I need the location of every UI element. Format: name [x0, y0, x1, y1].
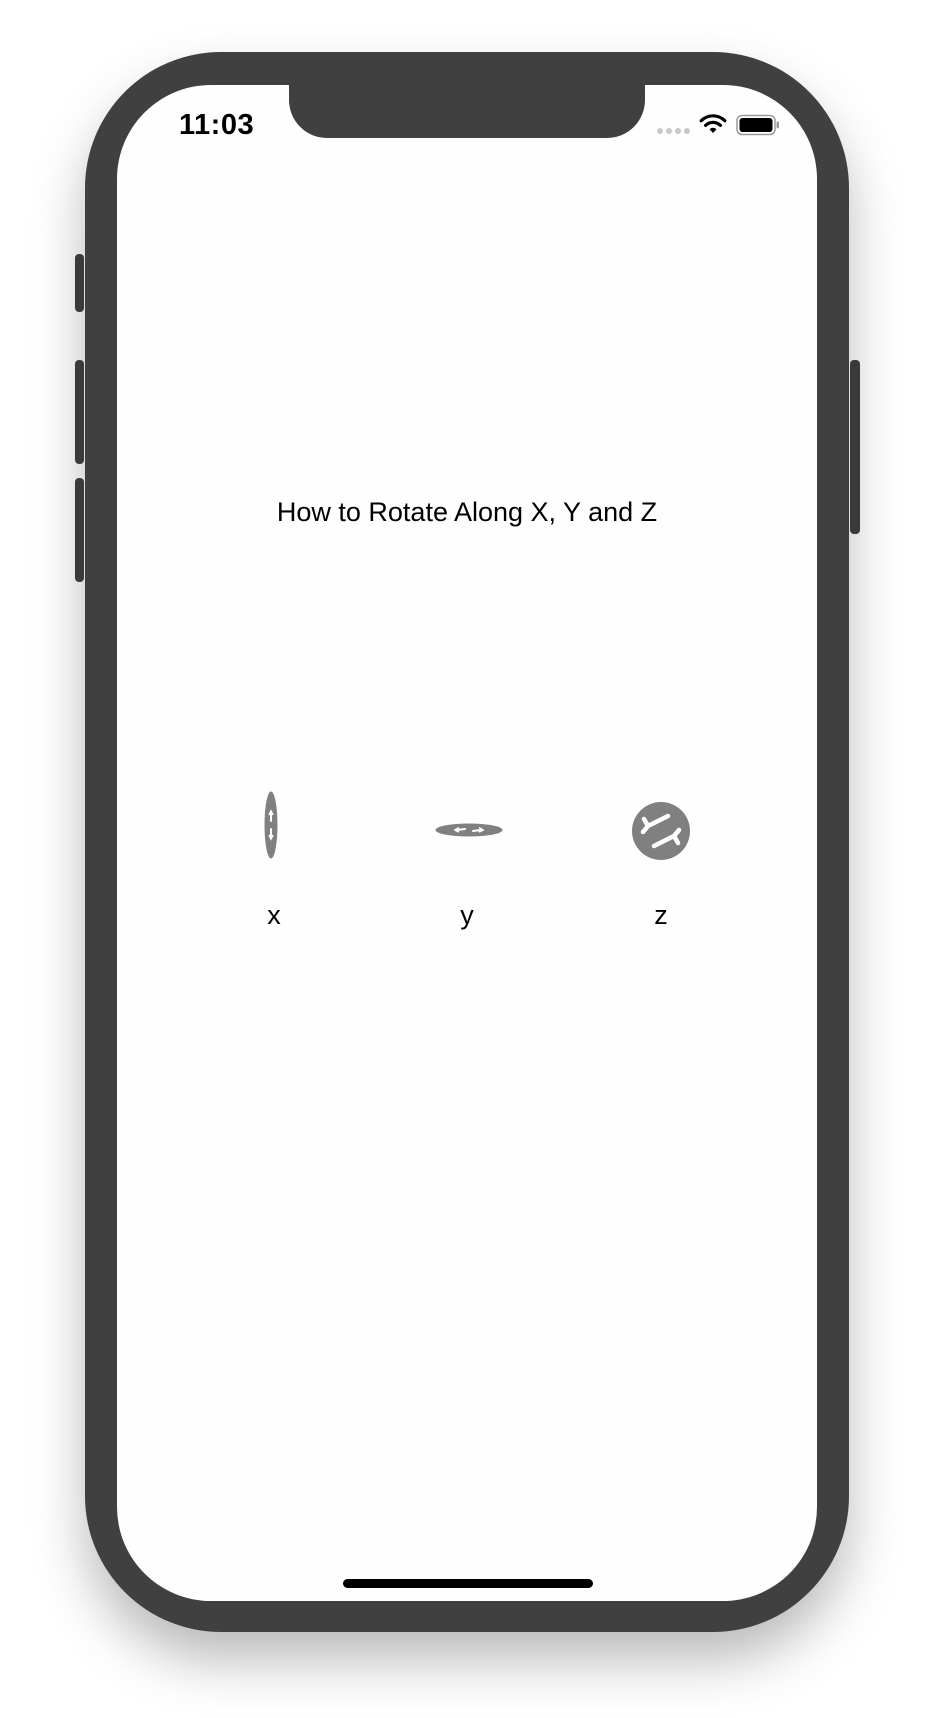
axis-label-x: x — [267, 900, 281, 930]
screen: 11:03 How to Rotate Along X, Y and Z x y… — [117, 85, 817, 1601]
battery-icon — [736, 114, 779, 136]
notch — [289, 85, 645, 138]
stage: 11:03 How to Rotate Along X, Y and Z x y… — [0, 0, 934, 1718]
volume-down-button — [75, 478, 84, 582]
mute-switch — [75, 254, 84, 312]
axis-label-y: y — [460, 900, 474, 930]
volume-up-button — [75, 360, 84, 464]
rotate-x-disc-icon — [264, 791, 278, 859]
home-indicator[interactable] — [343, 1579, 593, 1588]
wifi-icon — [699, 114, 727, 133]
rotate-z-disc-icon — [632, 802, 690, 860]
page-title: How to Rotate Along X, Y and Z — [276, 497, 658, 527]
status-time: 11:03 — [179, 109, 255, 141]
cellular-signal-icon — [657, 128, 690, 134]
axis-label-z: z — [654, 900, 668, 930]
rotate-y-disc-icon — [435, 823, 503, 837]
power-button — [850, 360, 860, 534]
